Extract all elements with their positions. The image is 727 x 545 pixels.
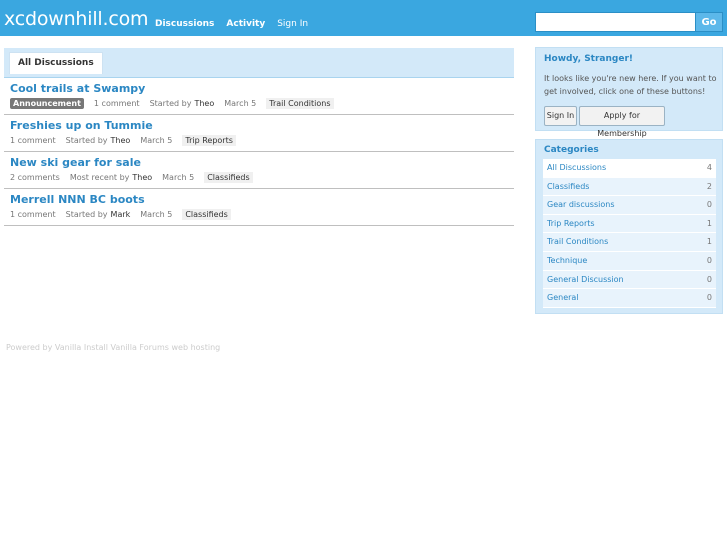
category-name[interactable]: General Discussion [547, 271, 624, 289]
category-name[interactable]: Gear discussions [547, 196, 614, 214]
apply-membership-button[interactable]: Apply for Membership [579, 106, 665, 138]
category-item-classifieds[interactable]: Classifieds 2 [543, 177, 716, 197]
top-header: xcdownhill.com Discussions Activity Sign… [0, 0, 727, 36]
category-name[interactable]: Classifieds [547, 178, 589, 196]
powered-by-footer[interactable]: Powered by Vanilla Install Vanilla Forum… [6, 343, 220, 352]
discussion-date: March 5 [140, 136, 173, 145]
category-item-all-discussions[interactable]: All Discussions 4 [543, 159, 716, 178]
category-tag[interactable]: Classifieds [182, 209, 231, 220]
announcement-badge: Announcement [10, 98, 84, 109]
category-name[interactable]: All Discussions [547, 159, 606, 177]
discussion-row: Merrell NNN BC boots 1 comment Started b… [4, 189, 514, 226]
comment-count: 2 comments [10, 173, 60, 182]
category-item-technique[interactable]: Technique 0 [543, 251, 716, 271]
discussion-meta: 1 comment Started by Theo March 5 Trip Re… [10, 135, 246, 146]
howdy-text: It looks like you're new here. If you wa… [544, 74, 717, 96]
category-tag[interactable]: Trip Reports [182, 135, 236, 146]
started-by: Started by Mark [66, 210, 131, 219]
comment-count: 1 comment [93, 99, 140, 108]
category-count: 4 [706, 163, 712, 172]
category-name[interactable]: General [547, 289, 579, 307]
discussion-row: New ski gear for sale 2 comments Most re… [4, 152, 514, 189]
category-item-trip-reports[interactable]: Trip Reports 1 [543, 214, 716, 234]
categories-box: Categories All Discussions 4 Classifieds… [535, 139, 723, 314]
categories-title: Categories [544, 145, 599, 155]
category-item-general[interactable]: General 0 [543, 289, 716, 308]
category-item-trail-conditions[interactable]: Trail Conditions 1 [543, 233, 716, 252]
discussion-title[interactable]: Freshies up on Tummie [10, 119, 153, 132]
author-link[interactable]: Mark [111, 210, 131, 219]
category-tag[interactable]: Classifieds [204, 172, 253, 183]
howdy-box: Howdy, Stranger! It looks like you're ne… [535, 47, 723, 138]
category-list: All Discussions 4 Classifieds 2 Gear dis… [543, 159, 716, 308]
tab-all-discussions[interactable]: All Discussions [9, 52, 103, 74]
category-tag[interactable]: Trail Conditions [266, 98, 334, 109]
discussion-title[interactable]: New ski gear for sale [10, 156, 141, 169]
category-count: 0 [706, 255, 712, 265]
category-item-general-discussion[interactable]: General Discussion 0 [543, 270, 716, 290]
main-nav: Discussions Activity Sign In [155, 18, 320, 30]
category-name[interactable]: Trip Reports [547, 215, 595, 233]
nav-discussions[interactable]: Discussions [155, 18, 214, 30]
discussion-row: Cool trails at Swampy Announcement 1 com… [4, 78, 514, 115]
comment-count: 1 comment [10, 136, 56, 145]
category-name[interactable]: Trail Conditions [547, 233, 608, 251]
sign-in-button[interactable]: Sign In [544, 106, 577, 126]
search-go-button[interactable]: Go [695, 12, 723, 32]
discussions-panel: All Discussions Cool trails at Swampy An… [4, 48, 514, 226]
category-count: 0 [706, 274, 712, 284]
discussion-meta: 1 comment Started by Mark March 5 Classif… [10, 209, 241, 220]
discussion-date: March 5 [224, 99, 257, 108]
author-link[interactable]: Theo [111, 136, 131, 145]
started-by: Most recent by Theo [70, 173, 152, 182]
author-link[interactable]: Theo [132, 173, 152, 182]
discussion-date: March 5 [162, 173, 195, 182]
comment-count: 1 comment [10, 210, 56, 219]
discussion-meta: Announcement 1 comment Started by Theo Ma… [10, 98, 344, 109]
discussion-title[interactable]: Cool trails at Swampy [10, 82, 145, 95]
started-label: Started by [65, 210, 108, 219]
nav-activity[interactable]: Activity [226, 18, 265, 30]
site-logo[interactable]: xcdownhill.com [4, 9, 149, 29]
category-count: 0 [706, 293, 712, 303]
nav-sign-in[interactable]: Sign In [277, 18, 308, 30]
category-item-gear-discussions[interactable]: Gear discussions 0 [543, 196, 716, 215]
started-label: Started by [65, 136, 108, 145]
started-label: Most recent by [69, 173, 130, 182]
category-name[interactable]: Technique [547, 252, 587, 270]
howdy-title: Howdy, Stranger! [544, 54, 633, 64]
discussion-title[interactable]: Merrell NNN BC boots [10, 193, 145, 206]
tabs-bar: All Discussions [4, 48, 514, 78]
started-label: Started by [149, 99, 192, 108]
search-form: Go [535, 12, 723, 32]
category-count: 1 [706, 218, 712, 228]
started-by: Started by Theo [150, 99, 215, 108]
started-by: Started by Theo [66, 136, 131, 145]
discussion-row: Freshies up on Tummie 1 comment Started … [4, 115, 514, 152]
author-link[interactable]: Theo [194, 99, 214, 108]
category-count: 1 [706, 237, 712, 247]
search-input[interactable] [535, 12, 697, 32]
discussion-date: March 5 [140, 210, 173, 219]
category-count: 0 [706, 200, 712, 210]
discussion-meta: 2 comments Most recent by Theo March 5 Cl… [10, 172, 263, 183]
category-count: 2 [706, 181, 712, 191]
